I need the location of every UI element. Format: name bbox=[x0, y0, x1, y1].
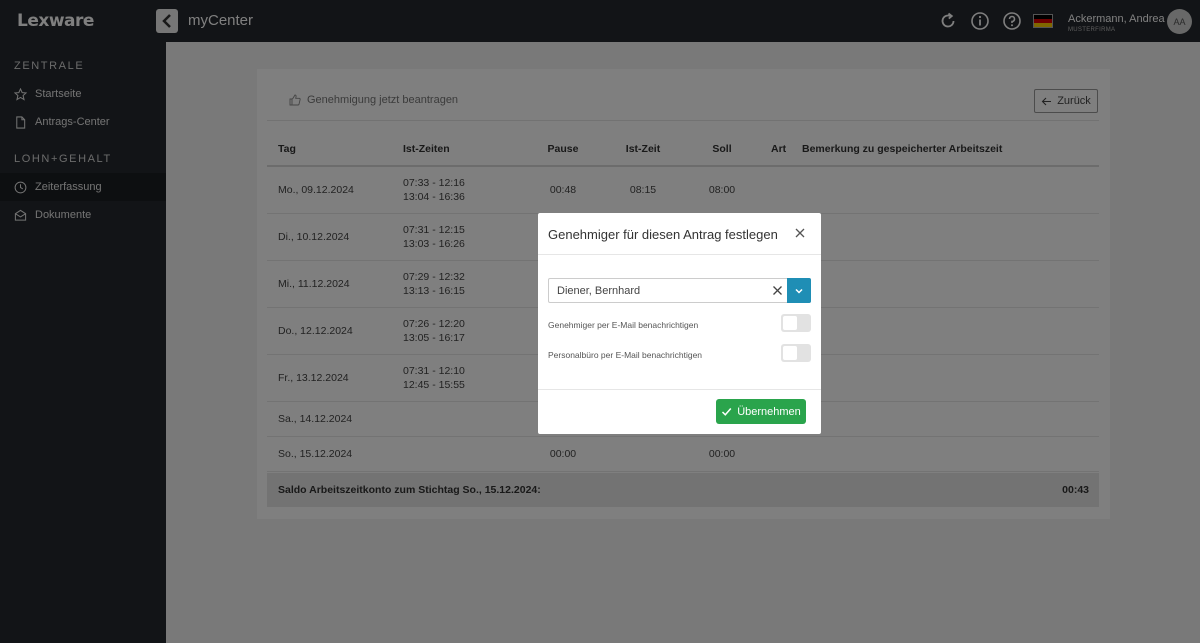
toggle-knob bbox=[783, 316, 797, 330]
notify-approver-label: Genehmiger per E-Mail benachrichtigen bbox=[548, 320, 699, 330]
approver-select-toggle[interactable] bbox=[787, 278, 811, 303]
approver-select[interactable]: Diener, Bernhard bbox=[548, 278, 811, 303]
notify-approver-toggle[interactable] bbox=[781, 314, 811, 332]
dialog-divider bbox=[538, 254, 821, 255]
close-icon[interactable] bbox=[794, 227, 806, 239]
dialog-title: Genehmiger für diesen Antrag festlegen bbox=[548, 227, 778, 242]
apply-label: Übernehmen bbox=[737, 405, 801, 418]
checkmark-icon bbox=[722, 408, 732, 416]
chevron-down-icon bbox=[795, 288, 803, 294]
toggle-knob bbox=[783, 346, 797, 360]
approver-dialog: Genehmiger für diesen Antrag festlegen D… bbox=[538, 213, 821, 434]
notify-hr-toggle[interactable] bbox=[781, 344, 811, 362]
notify-hr-label: Personalbüro per E-Mail benachrichtigen bbox=[548, 350, 703, 360]
dialog-footer-divider bbox=[538, 389, 821, 390]
apply-button[interactable]: Übernehmen bbox=[716, 399, 806, 424]
clear-icon[interactable] bbox=[772, 285, 783, 296]
approver-select-value: Diener, Bernhard bbox=[557, 285, 641, 297]
